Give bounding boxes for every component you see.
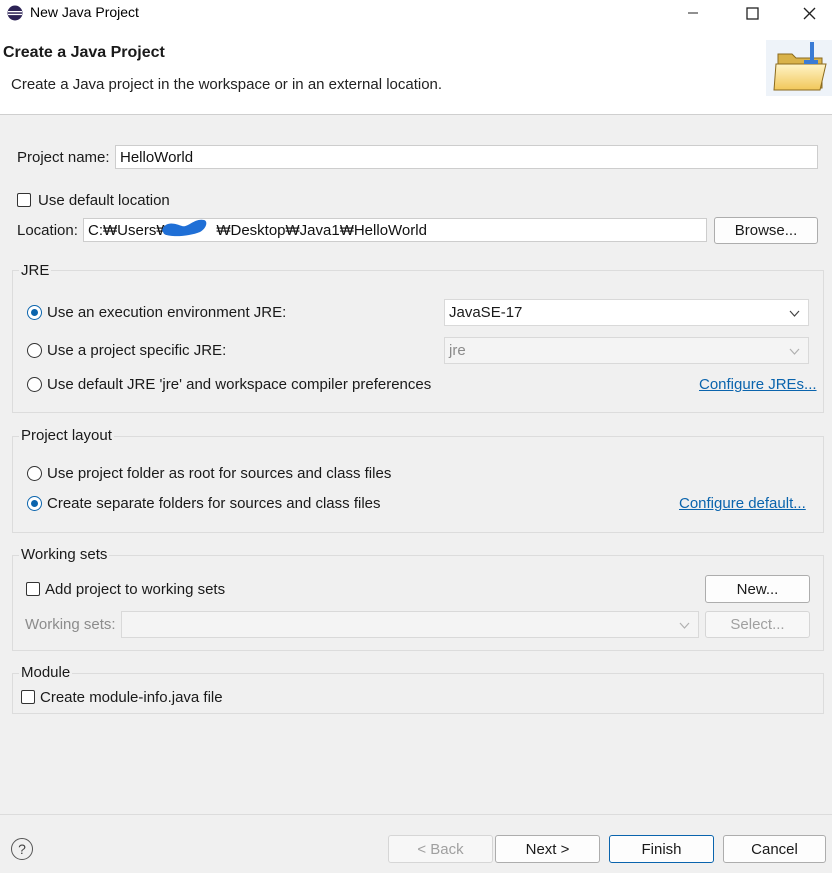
project-jre-select[interactable]: jre [444,337,809,364]
working-sets-select[interactable] [121,611,699,638]
finish-button[interactable]: Finish [609,835,714,863]
add-to-working-sets-label: Add project to working sets [45,581,226,598]
redaction-scribble [162,219,207,237]
chevron-down-icon [789,348,800,355]
jre-execution-env-label: Use an execution environment JRE: [47,304,287,321]
close-button[interactable] [786,0,832,26]
execution-env-value: JavaSE-17 [449,304,523,321]
header-banner [0,26,832,115]
layout-root-label: Use project folder as root for sources a… [47,465,392,482]
jre-project-specific-label: Use a project specific JRE: [47,342,227,359]
execution-env-select[interactable]: JavaSE-17 [444,299,809,326]
project-layout-group-title: Project layout [19,427,114,444]
jre-default-radio[interactable] [27,377,42,392]
next-button[interactable]: Next > [495,835,600,863]
cancel-button[interactable]: Cancel [723,835,826,863]
add-to-working-sets-checkbox[interactable] [26,582,40,596]
jre-execution-env-radio[interactable] [27,305,42,320]
layout-separate-label: Create separate folders for sources and … [47,495,381,512]
jre-group-title: JRE [19,262,52,279]
configure-default-link[interactable]: Configure default... [679,495,806,512]
configure-jres-link[interactable]: Configure JREs... [699,376,817,393]
project-layout-group [12,436,824,533]
jre-default-label: Use default JRE 'jre' and workspace comp… [47,376,432,393]
layout-separate-radio[interactable] [27,496,42,511]
eclipse-icon [7,5,23,21]
location-label: Location: [17,222,78,239]
browse-button[interactable]: Browse... [714,217,818,244]
create-module-info-checkbox[interactable] [21,690,35,704]
working-sets-group-title: Working sets [19,546,110,563]
close-icon [803,7,815,19]
minimize-button[interactable] [670,0,716,26]
chevron-down-icon [679,622,690,629]
create-module-info-label: Create module-info.java file [40,689,223,706]
layout-root-radio[interactable] [27,466,42,481]
page-description: Create a Java project in the workspace o… [11,76,443,93]
project-name-label: Project name: [17,149,110,166]
new-java-project-wizard-icon [766,40,832,96]
use-default-location-label: Use default location [38,192,170,209]
working-sets-label: Working sets: [25,616,116,633]
jre-project-specific-radio[interactable] [27,343,42,358]
maximize-button[interactable] [729,0,775,26]
back-button[interactable]: < Back [388,835,493,863]
maximize-icon [745,6,759,20]
project-name-input[interactable] [115,145,818,169]
chevron-down-icon [789,310,800,317]
use-default-location-checkbox[interactable] [17,193,31,207]
window-title: New Java Project [30,4,139,20]
help-icon[interactable]: ? [11,838,33,860]
new-working-set-button[interactable]: New... [705,575,810,603]
minimize-icon [688,12,698,14]
footer-divider [0,814,832,815]
project-jre-value: jre [449,342,466,359]
page-title: Create a Java Project [3,44,165,61]
module-group-title: Module [19,664,73,681]
select-working-sets-button[interactable]: Select... [705,611,810,638]
